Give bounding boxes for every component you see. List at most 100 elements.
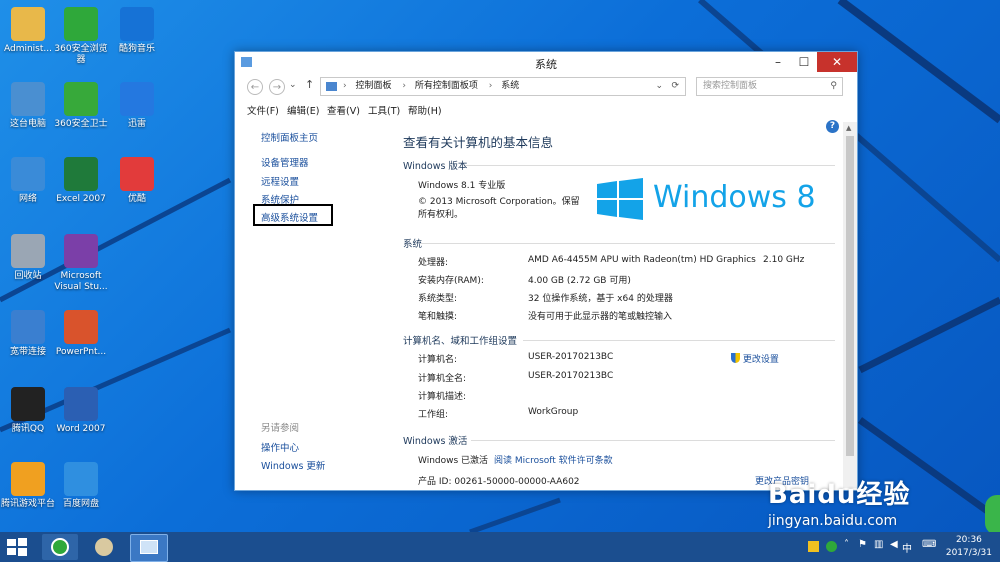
desktop-icon[interactable]: 酷狗音乐: [108, 7, 166, 55]
link-remote-settings[interactable]: 远程设置: [261, 174, 299, 188]
desktop-icon[interactable]: Word 2007: [52, 387, 110, 435]
folder-icon: [11, 7, 45, 41]
control-panel-icon: [326, 82, 337, 91]
clock-time: 20:36: [955, 535, 982, 545]
security-360-icon: [64, 82, 98, 116]
excel-icon: [64, 157, 98, 191]
desktop-icon[interactable]: 优酷: [108, 157, 166, 205]
desktop-icon[interactable]: 迅雷: [108, 82, 166, 130]
windows-logo-text: Windows 8: [653, 180, 816, 215]
search-input[interactable]: 搜索控制面板 ⚲: [696, 77, 843, 96]
desktop-icon[interactable]: Excel 2007: [52, 157, 110, 205]
tencent-games-icon: [11, 462, 45, 496]
youku-icon: [120, 157, 154, 191]
desktop-icon[interactable]: Microsoft Visual Stu...: [52, 234, 110, 293]
link-device-manager[interactable]: 设备管理器: [261, 155, 309, 169]
highlight-box: [253, 204, 333, 226]
taskbar-control-panel[interactable]: [130, 534, 168, 562]
start-button[interactable]: [6, 537, 28, 557]
desktop-icon[interactable]: 百度网盘: [52, 462, 110, 510]
recent-dropdown-icon[interactable]: ⌄: [289, 80, 297, 90]
forward-button[interactable]: →: [269, 79, 285, 95]
license-terms-link[interactable]: 阅读 Microsoft 软件许可条款: [494, 453, 613, 466]
desktop-icon-label: 百度网盘: [62, 499, 99, 509]
back-button[interactable]: ←: [247, 79, 263, 95]
desktop-icon-label: 腾讯QQ: [11, 424, 45, 434]
ime-indicator[interactable]: 中: [902, 540, 912, 555]
computer-icon: [11, 82, 45, 116]
tray-expand-icon[interactable]: ˄: [844, 539, 849, 550]
menu-view[interactable]: 查看(V): [327, 103, 360, 117]
refresh-icon[interactable]: ⟳: [671, 78, 679, 95]
system-key: 安装内存(RAM):: [418, 276, 484, 286]
desktop-icon[interactable]: 360安全卫士: [52, 82, 110, 130]
desktop-icon[interactable]: 腾讯游戏平台: [0, 462, 57, 510]
desktop-icon[interactable]: 腾讯QQ: [0, 387, 57, 435]
windows-logo: Windows 8: [597, 178, 816, 225]
link-control-panel-home[interactable]: 控制面板主页: [261, 130, 318, 144]
breadcrumb-system[interactable]: 系统: [501, 81, 519, 91]
tray-app2-icon[interactable]: [826, 541, 837, 552]
paint-icon: [95, 538, 113, 556]
desktop-icon[interactable]: 这台电脑: [0, 82, 57, 130]
section-activation: Windows 激活: [403, 436, 468, 447]
tray-app-icon[interactable]: [808, 541, 819, 552]
network-icon[interactable]: ▥: [874, 539, 883, 550]
computer-key: 计算机描述:: [418, 392, 467, 402]
desktop-icon[interactable]: 回收站: [0, 234, 57, 282]
scrollbar-thumb[interactable]: [846, 136, 854, 456]
maximize-button[interactable]: ☐: [791, 52, 817, 72]
see-also-title: 另请参阅: [261, 423, 300, 434]
green-widget-icon[interactable]: [985, 495, 1000, 532]
section-edition: Windows 版本: [403, 161, 468, 172]
address-bar[interactable]: › 控制面板 › 所有控制面板项 › 系统 ⌄ ⟳: [320, 77, 686, 96]
menu-tools[interactable]: 工具(T): [368, 103, 400, 117]
breadcrumb-all-items[interactable]: 所有控制面板项: [415, 81, 478, 91]
taskbar-360-browser[interactable]: [42, 534, 78, 560]
address-dropdown-icon[interactable]: ⌄: [655, 78, 663, 95]
title-bar: 系统 – ☐ ✕: [235, 52, 857, 74]
scrollbar[interactable]: ▲: [843, 122, 857, 488]
change-settings-label: 更改设置: [742, 355, 779, 365]
baidu-watermark: Baidu经验 jingyan.baidu.com: [768, 474, 910, 529]
system-value: AMD A6-4455M APU with Radeon(tm) HD Grap…: [528, 255, 756, 265]
desktop-icon-label: 迅雷: [127, 119, 146, 129]
desktop-icon[interactable]: PowerPnt...: [52, 310, 110, 358]
system-key: 系统类型:: [418, 294, 458, 304]
desktop-icon[interactable]: 360安全浏览器: [52, 7, 110, 66]
system-key: 处理器:: [418, 258, 449, 268]
computer-value: WorkGroup: [528, 407, 579, 417]
thunder-icon: [120, 82, 154, 116]
cpu-speed: 2.10 GHz: [763, 255, 805, 265]
desktop-icon-label: Microsoft Visual Stu...: [54, 271, 108, 292]
desktop-icon-label: 网络: [18, 194, 37, 204]
taskbar-paint[interactable]: [86, 534, 122, 560]
volume-icon[interactable]: ◀: [890, 539, 898, 550]
system-value: 没有可用于此显示器的笔或触控输入: [528, 312, 673, 322]
desktop-icon[interactable]: Administ...: [0, 7, 57, 55]
menu-help[interactable]: 帮助(H): [408, 103, 442, 117]
window-title: 系统: [535, 58, 557, 71]
search-icon[interactable]: ⚲: [830, 78, 837, 95]
desktop-icon[interactable]: 宽带连接: [0, 310, 57, 358]
menu-edit[interactable]: 编辑(E): [287, 103, 319, 117]
close-button[interactable]: ✕: [817, 52, 857, 72]
desktop-icon[interactable]: 网络: [0, 157, 57, 205]
flag-icon[interactable]: ⚑: [858, 539, 867, 550]
up-button[interactable]: ↑: [305, 78, 314, 91]
clock[interactable]: 20:36 2017/3/31: [946, 534, 992, 560]
keyboard-icon[interactable]: ⌨: [922, 539, 936, 550]
computer-key: 计算机全名:: [418, 374, 467, 384]
link-action-center[interactable]: 操作中心: [261, 440, 299, 454]
browser-360-icon: [64, 7, 98, 41]
change-settings-link[interactable]: 更改设置: [731, 352, 779, 365]
desktop-icon-label: 腾讯游戏平台: [0, 499, 55, 509]
breadcrumb-control-panel[interactable]: 控制面板: [355, 81, 391, 91]
page-title: 查看有关计算机的基本信息: [403, 135, 554, 150]
link-windows-update[interactable]: Windows 更新: [261, 458, 325, 472]
desktop-icon-label: Word 2007: [56, 424, 106, 434]
minimize-button[interactable]: –: [765, 52, 791, 72]
menu-file[interactable]: 文件(F): [247, 103, 279, 117]
left-pane: 控制面板主页 设备管理器 远程设置 系统保护 高级系统设置 另请参阅 操作中心 …: [235, 122, 385, 488]
network-icon: [11, 157, 45, 191]
